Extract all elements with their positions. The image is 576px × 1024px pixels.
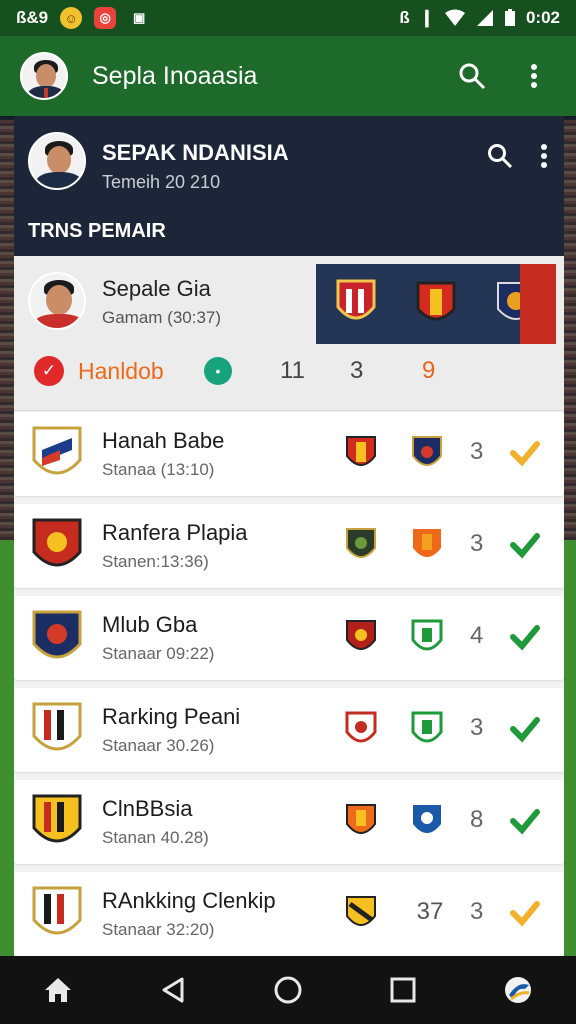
club-badge-icon: [413, 529, 441, 557]
list-item[interactable]: Mlub Gba Stanaar 09:22) 4: [14, 596, 564, 680]
wifi-icon: [444, 9, 465, 26]
battery-icon: [504, 9, 515, 26]
team-sub: Stanaar 09:22): [102, 644, 215, 663]
check-circle-icon: ✓: [34, 356, 64, 386]
team-name: ClnBBsia: [102, 796, 193, 821]
header-title: SEPAK NDANISIA: [102, 140, 289, 165]
status-time: 0:02: [525, 8, 560, 27]
club-badge-icon: [346, 528, 376, 558]
app-avatar[interactable]: [20, 52, 68, 100]
team-crest-icon: [32, 794, 82, 843]
check-icon[interactable]: [510, 898, 540, 928]
more-vert-icon[interactable]: [512, 54, 556, 98]
app-bar: Sepla Inoaasia: [0, 36, 576, 116]
club-badge-icon: [411, 711, 443, 743]
status-bar: ß&9 ☺ ◎ ▣ ß ❙ 0:02: [0, 0, 576, 36]
check-icon[interactable]: [510, 714, 540, 744]
team-crest-icon: [32, 610, 82, 659]
signal-icon: [476, 10, 493, 26]
check-icon[interactable]: [510, 806, 540, 836]
featured-avatar: [28, 272, 86, 330]
club-badge-icon: [346, 896, 376, 926]
list-item[interactable]: RAnkking Clenkip Stanaar 32:20) 37 3: [14, 872, 564, 956]
nav-bar: [0, 956, 576, 1024]
header-subtitle: Temeih 20 210: [102, 172, 221, 192]
team-name: Mlub Gba: [102, 612, 198, 637]
status-left-text: ß&9: [16, 8, 49, 27]
header-more-icon[interactable]: [532, 138, 556, 174]
team-count: 3: [470, 714, 484, 741]
team-sub: Stanaar 30.26): [102, 736, 215, 755]
notification-icon: ☺: [60, 7, 83, 29]
club-badge-icon: [346, 804, 376, 834]
team-crest-icon: [32, 702, 82, 751]
team-count: 4: [470, 622, 484, 649]
club-badge-icon: [346, 436, 376, 466]
crest-icon: [336, 279, 376, 320]
image-icon: ▣: [132, 10, 146, 25]
featured-stats: ✓ Hanldob • 11 3 9: [34, 356, 554, 386]
team-name: RAnkking Clenkip: [102, 888, 276, 913]
featured-stat-3: 9: [422, 357, 436, 384]
featured-row[interactable]: Sepale Gia Gamam (30:37) ✓ Hanldob • 11 …: [14, 256, 564, 411]
club-badge-icon: [413, 805, 441, 833]
team-crest-icon: [32, 886, 82, 935]
app-title: Sepla Inoaasia: [92, 61, 258, 90]
team-crest-icon: [32, 518, 82, 567]
featured-crests: [316, 264, 556, 344]
club-badge-icon: [346, 620, 376, 650]
crest-icon: [416, 281, 456, 321]
home-icon[interactable]: [34, 966, 82, 1014]
featured-stat-1: 11: [280, 357, 305, 384]
section-label: TRNS PEMAIR: [28, 220, 166, 242]
team-name: Ranfera Plapia: [102, 520, 248, 545]
team-name: Rarking Peani: [102, 704, 241, 729]
list-item[interactable]: Ranfera Plapia Stanen:13:36) 3: [14, 504, 564, 588]
club-badge-icon: [411, 619, 443, 651]
team-sub: Stanan 40.28): [102, 828, 209, 847]
search-icon[interactable]: [450, 54, 494, 98]
check-icon[interactable]: [510, 438, 540, 468]
team-count: 3: [470, 898, 484, 925]
featured-highlight: Hanldob: [78, 357, 164, 384]
check-icon[interactable]: [510, 622, 540, 652]
team-sub: Stanaa (13:10): [102, 460, 215, 479]
bluetooth-icon: ß: [399, 8, 410, 27]
app-logo-icon[interactable]: [494, 966, 542, 1014]
vibrate-icon: ❙: [419, 8, 434, 27]
team-crest-icon: [32, 426, 82, 475]
list-item[interactable]: ClnBBsia Stanan 40.28) 8: [14, 780, 564, 864]
team-b2-text: 37: [416, 898, 444, 925]
list-item[interactable]: Rarking Peani Stanaar 30.26) 3: [14, 688, 564, 772]
card-header: SEPAK NDANISIA Temeih 20 210 TRNS PEMAIR: [14, 116, 564, 256]
header-search-icon[interactable]: [482, 138, 518, 174]
club-badge-icon: [345, 711, 377, 743]
featured-sub: Gamam (30:37): [102, 308, 222, 327]
list-item[interactable]: Hanah Babe Stanaa (13:10) 3: [14, 412, 564, 496]
team-count: 3: [470, 438, 484, 465]
check-icon[interactable]: [510, 530, 540, 560]
app-icon: ◎: [94, 7, 117, 29]
chat-icon: •: [204, 357, 232, 385]
featured-stat-2: 3: [350, 357, 364, 384]
team-count: 8: [470, 806, 484, 833]
back-icon[interactable]: [149, 966, 197, 1014]
club-badge-icon: [412, 436, 442, 466]
team-name: Hanah Babe: [102, 428, 225, 453]
team-list: Hanah Babe Stanaa (13:10) 3 Ranfera Plap…: [14, 412, 564, 956]
team-sub: Stanen:13:36): [102, 552, 209, 571]
header-avatar[interactable]: [28, 132, 86, 190]
team-sub: Stanaar 32:20): [102, 920, 215, 939]
team-count: 3: [470, 530, 484, 557]
featured-name: Sepale Gia: [102, 276, 211, 301]
recents-icon[interactable]: [379, 966, 427, 1014]
home-circle-icon[interactable]: [264, 966, 312, 1014]
main-card: SEPAK NDANISIA Temeih 20 210 TRNS PEMAIR…: [14, 116, 564, 956]
